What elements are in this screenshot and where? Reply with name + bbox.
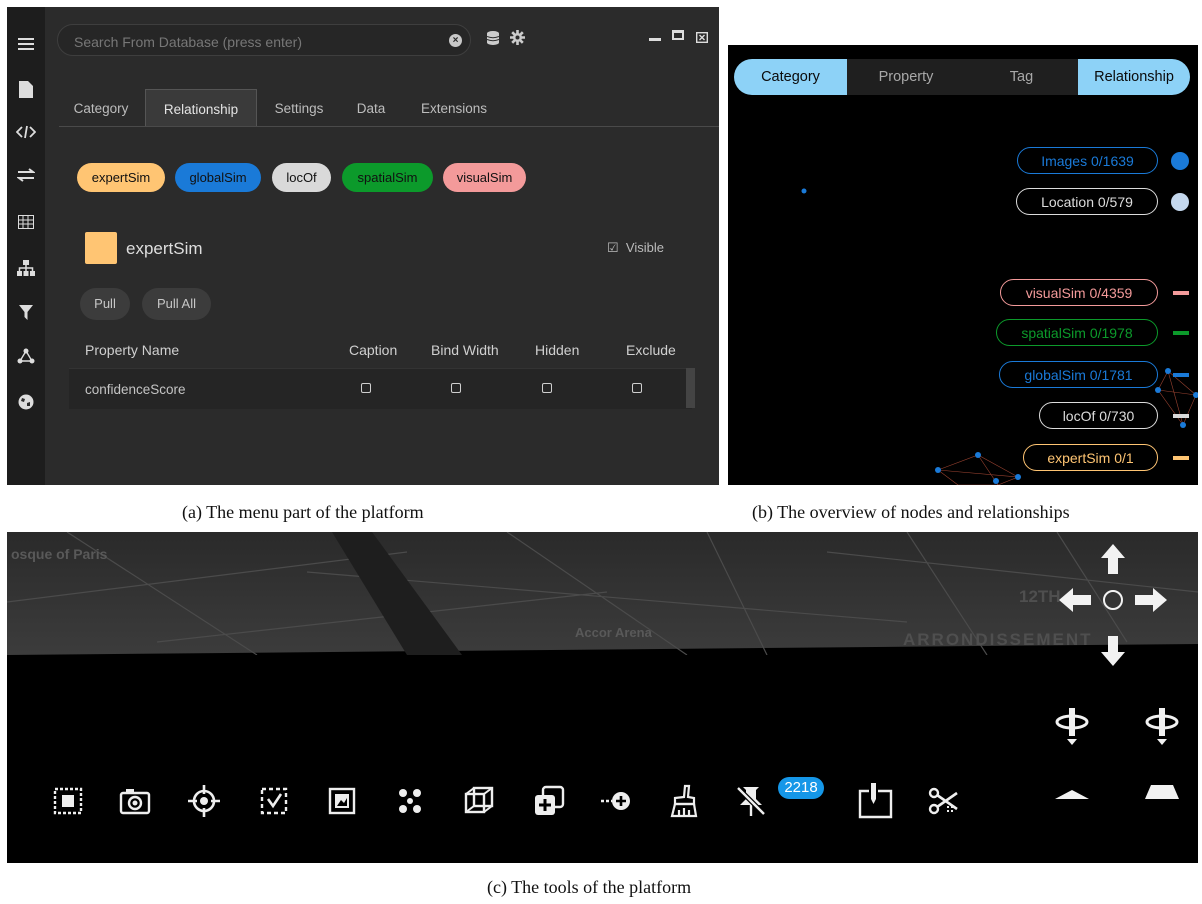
legend-rel-spatialsim[interactable]: spatialSim 0/1978 (996, 319, 1158, 346)
tab-extensions[interactable]: Extensions (411, 89, 497, 126)
legend-rel-locof[interactable]: locOf 0/730 (1039, 402, 1158, 429)
legend-line-visualsim (1173, 291, 1189, 295)
navigation-controls (1055, 544, 1179, 799)
search-input[interactable] (72, 31, 436, 53)
legend-line-expertsim (1173, 456, 1189, 460)
relationship-pill-expertsim[interactable]: expertSim (77, 163, 165, 192)
scissors-icon[interactable] (927, 784, 961, 818)
caption-checkbox[interactable] (361, 383, 371, 393)
edit-box-icon[interactable] (857, 782, 895, 820)
close-icon[interactable] (695, 30, 709, 44)
transfer-icon[interactable] (7, 160, 45, 190)
legend-node-images[interactable]: Images 0/1639 (1017, 147, 1158, 174)
caption-c: (c) The tools of the platform (487, 877, 692, 897)
maximize-icon[interactable] (672, 30, 684, 40)
menu-panel: × Category Relationship Settings Data Ex… (7, 7, 719, 485)
pan-left-icon[interactable] (1059, 588, 1091, 612)
legend-node-location[interactable]: Location 0/579 (1016, 188, 1158, 215)
color-swatch[interactable] (85, 232, 117, 264)
table-icon[interactable] (7, 207, 45, 237)
pin-off-icon[interactable] (734, 784, 768, 818)
camera-icon[interactable] (118, 784, 152, 818)
caption-a: (a) The menu part of the platform (182, 502, 424, 522)
cluster-icon[interactable] (393, 784, 427, 818)
legend-rel-expertsim[interactable]: expertSim 0/1 (1023, 444, 1158, 471)
tilt-up-icon[interactable] (1145, 785, 1179, 799)
tab-category[interactable]: Category (69, 89, 133, 126)
scrollbar[interactable] (686, 368, 695, 408)
column-header-caption: Caption (349, 342, 398, 358)
tab-data[interactable]: Data (349, 89, 393, 126)
checkbox-checked-icon[interactable]: ☑ (607, 240, 619, 255)
relationship-pill-spatialsim[interactable]: spatialSim (342, 163, 433, 192)
legend-line-spatialsim (1173, 331, 1189, 335)
column-header-bind-width: Bind Width (431, 342, 499, 358)
add-node-icon[interactable] (600, 784, 634, 818)
globe-icon[interactable] (7, 387, 45, 417)
column-header-hidden: Hidden (535, 342, 580, 358)
hierarchy-icon[interactable] (7, 253, 45, 283)
tab-settings[interactable]: Settings (267, 89, 331, 126)
clear-search-icon[interactable]: × (449, 34, 462, 47)
relationship-pill-locof[interactable]: locOf (272, 163, 331, 192)
code-icon[interactable] (7, 117, 45, 147)
pan-down-icon[interactable] (1101, 636, 1125, 666)
legend-rel-globalsim[interactable]: globalSim 0/1781 (999, 361, 1158, 388)
network-icon[interactable] (7, 341, 45, 371)
overview-panel: Category Property Tag Relationship Image… (728, 45, 1198, 485)
database-icon[interactable] (486, 31, 500, 49)
select-area-icon[interactable] (52, 784, 86, 818)
tab-bar: Category Relationship Settings Data Exte… (59, 89, 719, 127)
column-header-property-name: Property Name (85, 342, 180, 358)
cube-icon[interactable] (462, 784, 496, 818)
pan-right-icon[interactable] (1135, 588, 1167, 612)
gear-icon[interactable] (510, 30, 525, 49)
tools-panel: osque of Paris Accor Arena 12TH ARRONDIS… (7, 532, 1198, 863)
tilt-down-icon[interactable] (1055, 790, 1089, 799)
exclude-checkbox[interactable] (632, 383, 642, 393)
menu-icon[interactable] (7, 29, 45, 59)
map-label-arena: Accor Arena (575, 625, 652, 640)
rotate-right-icon[interactable] (1145, 708, 1179, 745)
relationship-pill-visualsim[interactable]: visualSim (443, 163, 526, 192)
property-name-cell: confidenceScore (85, 382, 186, 397)
check-box-icon[interactable] (257, 784, 291, 818)
tab-relationship[interactable]: Relationship (145, 89, 257, 126)
center-view-icon[interactable] (1103, 590, 1123, 610)
bind-width-checkbox[interactable] (451, 383, 461, 393)
visible-toggle[interactable]: ☑ Visible (607, 240, 664, 256)
legend-dot-location (1171, 193, 1189, 211)
caption-b: (b) The overview of nodes and relationsh… (752, 502, 1070, 522)
image-box-icon[interactable] (325, 784, 359, 818)
visible-label: Visible (625, 240, 664, 255)
selected-relationship-name: expertSim (126, 239, 203, 258)
pull-all-button[interactable]: Pull All (142, 288, 211, 320)
hidden-checkbox[interactable] (542, 383, 552, 393)
column-header-exclude: Exclude (626, 342, 676, 358)
legend-line-globalsim (1173, 373, 1189, 377)
filter-icon[interactable] (7, 297, 45, 327)
table-row: confidenceScore (69, 368, 692, 409)
legend-rel-visualsim[interactable]: visualSim 0/4359 (1000, 279, 1158, 306)
legend-line-locof (1173, 414, 1189, 418)
add-layer-icon[interactable] (532, 784, 566, 818)
relationship-pill-globalsim[interactable]: globalSim (175, 163, 261, 192)
rotate-left-icon[interactable] (1055, 708, 1089, 745)
legend-dot-images (1171, 152, 1189, 170)
pull-button[interactable]: Pull (80, 288, 130, 320)
pin-count-badge: 2218 (778, 777, 824, 799)
minimize-icon[interactable] (649, 38, 661, 41)
pan-up-icon[interactable] (1101, 544, 1125, 574)
crosshair-icon[interactable] (187, 784, 221, 818)
search-bar: × (57, 24, 471, 56)
map-label-mosque: osque of Paris (11, 546, 108, 562)
brush-icon[interactable] (667, 784, 701, 818)
file-icon[interactable] (7, 74, 45, 104)
side-rail (7, 7, 45, 485)
